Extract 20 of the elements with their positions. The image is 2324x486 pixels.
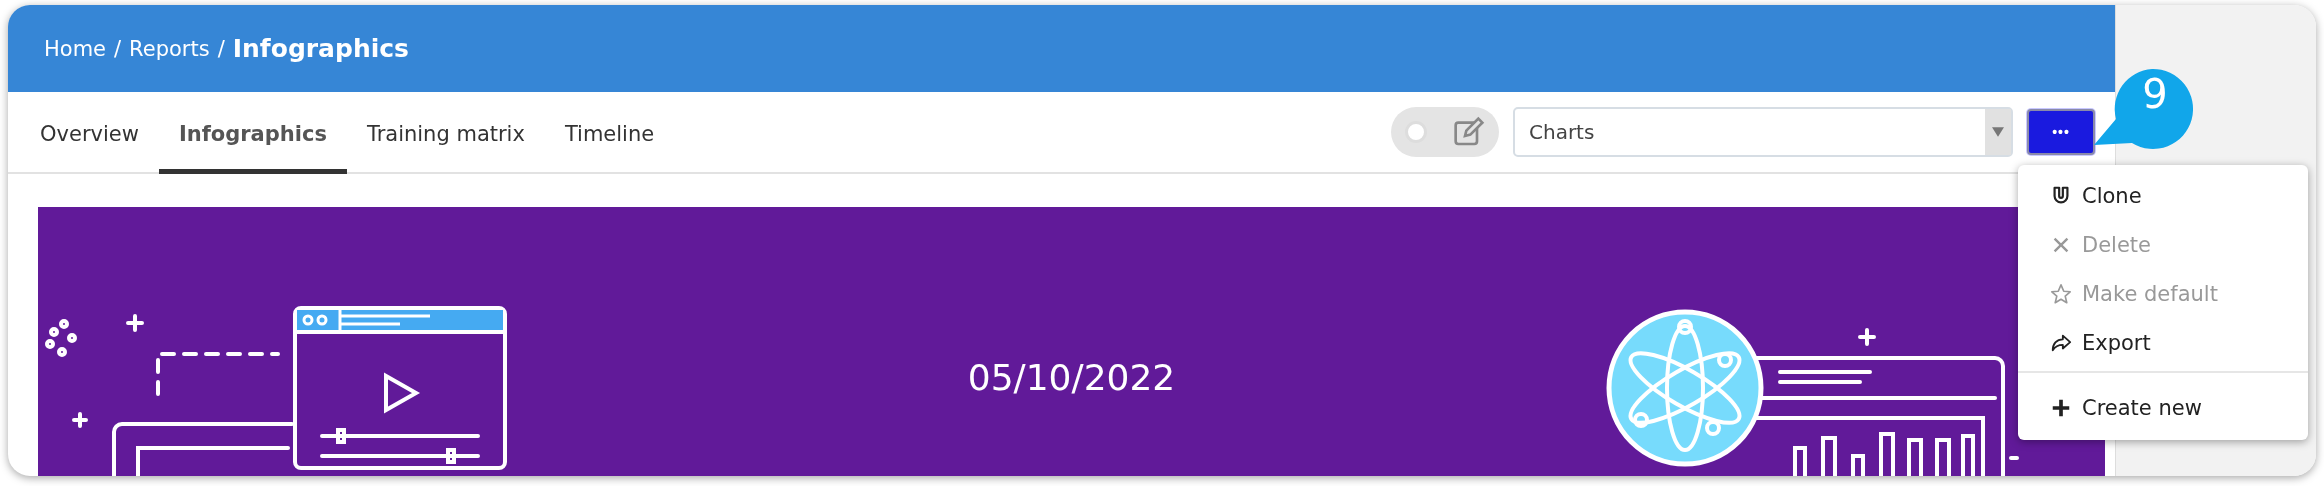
caret-icon (1992, 127, 2004, 137)
star-icon (2050, 282, 2072, 305)
pencil-icon (1453, 116, 1485, 148)
tab[interactable]: Overview (20, 92, 159, 174)
menu-item[interactable]: Export (2018, 318, 2308, 367)
banner-date: 05/10/2022 (967, 356, 1176, 400)
step-badge: 9 (2094, 67, 2194, 151)
breadcrumb-separator: / (114, 36, 122, 61)
tab[interactable]: Training matrix (346, 92, 545, 174)
menu-item[interactable]: Clone (2018, 171, 2308, 220)
view-select[interactable]: Charts (1513, 107, 2013, 157)
tab[interactable]: Infographics (158, 92, 347, 174)
more-button[interactable]: ••• (2027, 109, 2095, 155)
breadcrumb-link[interactable]: Reports (129, 36, 210, 61)
tab[interactable]: Timeline (544, 92, 675, 174)
edit-toggle[interactable] (1391, 107, 1499, 157)
page-title: Infographics (232, 34, 409, 63)
breadcrumb-separator: / (217, 36, 225, 61)
menu-item[interactable]: Create new (2018, 383, 2308, 432)
breadcrumb-link[interactable]: Home (44, 36, 106, 61)
